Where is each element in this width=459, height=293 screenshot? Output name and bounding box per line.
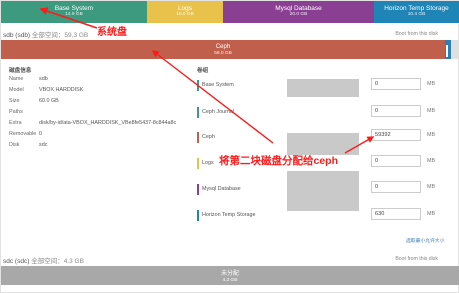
unit-label: MB xyxy=(427,132,436,138)
sda-allocation-bar: Base System 14.9 GB Logs 10.0 GB Mysql D… xyxy=(1,1,459,23)
system-disk-annotation: 系统盘 xyxy=(97,27,127,38)
info-value: disk/by-id/ata-VBOX_HARDDISK_VBe8fe5437-… xyxy=(39,120,177,126)
volume-color-stripe xyxy=(197,158,199,169)
mysql-database-size-input[interactable]: 0 xyxy=(371,181,421,193)
disk-total-prefix: 全部空间： xyxy=(31,32,65,39)
disk-info-table: Name sdb Model VBOX HARDDISK Size 60.0 GB P… xyxy=(9,74,199,150)
disk-label: sdb (sdb) xyxy=(3,32,31,39)
info-row: Model VBOX HARDDISK xyxy=(9,85,199,96)
boot-from-disk-link[interactable]: Boot from this disk xyxy=(395,256,438,262)
disk-info-title: 磁盘信息 xyxy=(9,68,32,74)
info-row: Extra disk/by-id/ata-VBOX_HARDDISK_VBe8fe… xyxy=(9,118,199,129)
unit-label: MB xyxy=(427,158,436,164)
volume-name: Logs xyxy=(202,160,214,166)
info-row: Name sdb xyxy=(9,74,199,85)
segment-size: 14.9 GB xyxy=(65,12,83,18)
info-value: 60.0 GB xyxy=(39,98,59,105)
info-key: Extra xyxy=(9,120,22,126)
info-row: Paths xyxy=(9,107,199,118)
unit-label: MB xyxy=(427,211,436,217)
unallocated-sliver xyxy=(451,40,459,59)
ceph-journal-size-input[interactable]: 0 xyxy=(371,105,421,117)
info-row: Size 60.0 GB xyxy=(9,96,199,107)
info-value: 0 xyxy=(39,130,42,137)
disk-total: 4.3 GB xyxy=(63,258,84,265)
segment-size: 20.0 GB xyxy=(289,12,308,18)
info-key: Removable xyxy=(9,130,37,137)
volume-color-stripe xyxy=(197,80,199,91)
segment-size: 10.0 GB xyxy=(176,12,194,18)
unit-label: MB xyxy=(427,81,436,87)
segment-logs[interactable]: Logs 10.0 GB xyxy=(147,1,223,23)
sdc-bar-title: 未分配 xyxy=(220,271,239,277)
ceph-size-input[interactable]: 59392 xyxy=(371,129,421,141)
volume-name: Ceph xyxy=(202,134,215,140)
volume-color-stripe xyxy=(197,184,199,195)
ceph-bar-size: 58.0 GB xyxy=(214,50,232,56)
info-key: Model xyxy=(9,87,24,94)
use-minimum-size-link[interactable]: 选取最小允许大小 xyxy=(406,237,444,244)
disk-total-prefix: 全部空间： xyxy=(31,258,64,265)
info-row: Disk sdc xyxy=(9,139,199,150)
volume-groups-title: 卷组 xyxy=(197,68,209,74)
sdb-disk-header: sdb (sdb) 全部空间：59.3 GB xyxy=(3,29,88,39)
ceph-volume-bar[interactable]: Ceph 58.0 GB xyxy=(1,40,445,59)
horizon-temp-storage-size-input[interactable]: 630 xyxy=(371,208,421,220)
unit-label: MB xyxy=(427,184,436,190)
volume-name: Horizon Temp Storage xyxy=(202,212,256,218)
volume-name: Ceph Journal xyxy=(202,109,235,115)
info-key: Paths xyxy=(9,109,23,116)
sdc-bar-size: 4.3 GB xyxy=(222,278,238,283)
segment-base-system[interactable]: Base System 14.9 GB xyxy=(1,1,147,23)
disk-label: sdc (sdc) xyxy=(3,258,30,265)
info-key: Size xyxy=(9,98,20,105)
sdc-disk-header: sdc (sdc) 全部空间：4.3 GB xyxy=(3,255,84,265)
volume-name: Base System xyxy=(202,82,234,88)
volume-color-stripe xyxy=(197,210,199,221)
bar-resize-handle[interactable] xyxy=(446,45,448,57)
info-row: Removable 0 xyxy=(9,128,199,139)
info-key: Name xyxy=(9,76,24,83)
boot-from-disk-link[interactable]: Boot from this disk xyxy=(395,31,438,37)
disk-total: 59.3 GB xyxy=(64,32,89,39)
volume-name: Mysql Database xyxy=(202,186,241,192)
sdc-unallocated-bar[interactable]: 未分配 4.3 GB xyxy=(1,266,459,285)
ceph-bar-title: Ceph xyxy=(215,43,231,50)
logs-size-input[interactable]: 0 xyxy=(371,155,421,167)
info-value: sdb xyxy=(39,76,48,83)
segment-horizon-temp-storage[interactable]: Horizon Temp Storage 10.4 GB xyxy=(374,1,459,23)
unit-label: MB xyxy=(427,108,436,114)
info-value: VBOX HARDDISK xyxy=(39,87,84,94)
volume-color-stripe xyxy=(197,107,199,118)
ceph-annotation: 将第二块磁盘分配给ceph xyxy=(219,155,339,167)
info-value: sdc xyxy=(39,141,48,148)
segment-size: 10.4 GB xyxy=(407,12,426,18)
base-system-size-input[interactable]: 0 xyxy=(371,78,421,90)
disk-configuration-screen: Base System 14.9 GB Logs 10.0 GB Mysql D… xyxy=(0,0,459,293)
volume-color-stripe xyxy=(197,132,199,143)
segment-mysql-database[interactable]: Mysql Database 20.0 GB xyxy=(223,1,374,23)
info-key: Disk xyxy=(9,141,20,148)
